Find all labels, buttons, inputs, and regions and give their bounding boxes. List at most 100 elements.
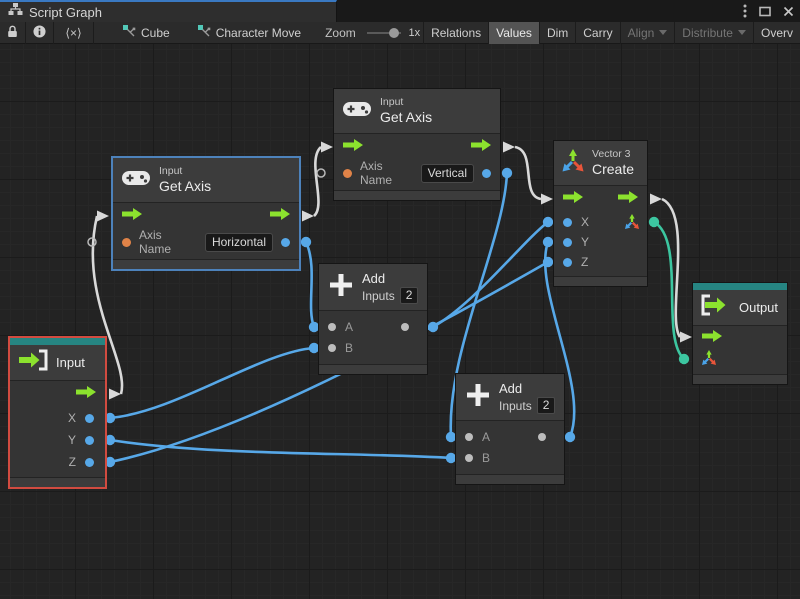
port-z-label: Z [581,255,588,269]
port-b-label: B [482,451,490,465]
node-add-2[interactable]: Add Inputs 2 A B [455,373,565,485]
port-x-label: X [581,215,589,229]
breadcrumb-cube-label: Cube [141,26,170,40]
inputs-count-field[interactable]: 2 [537,397,556,414]
port-a-label: A [345,320,353,334]
align-dropdown[interactable]: Align [621,22,675,44]
inputs-label: Inputs [362,289,395,303]
port-x-label: X [68,411,76,425]
port-y[interactable] [563,238,572,247]
axis-name-port[interactable] [343,169,352,178]
gamepad-icon [122,169,150,192]
port-z[interactable] [563,258,572,267]
gamepad-icon [343,100,371,123]
flow-out-port[interactable] [75,385,97,404]
graph-toolbar: ⟨×⟩ Cube Character Move Zoom 1x Relation… [0,22,800,44]
flow-in-port[interactable] [342,138,364,157]
input-event-icon [18,349,48,376]
node-input-event[interactable]: Input X Y Z [8,336,107,489]
axis-name-label: Axis Name [360,159,413,187]
flow-in-port[interactable] [562,190,584,209]
distribute-dropdown[interactable]: Distribute [675,22,753,44]
node-title: Input [56,354,85,371]
flow-out-port[interactable] [617,190,639,209]
node-add-1[interactable]: Add Inputs2 A B [318,263,428,375]
plus-icon [465,382,491,413]
port-a-label: A [482,430,490,444]
inputs-count-field[interactable]: 2 [400,287,419,304]
tab-script-graph[interactable]: Script Graph [0,0,337,22]
node-subtitle: Input [380,96,432,109]
node-get-axis-vertical[interactable]: Input Get Axis Axis Name Vertical [333,88,501,201]
node-title: Create [592,161,634,178]
node-output-event[interactable]: Output [692,282,788,385]
chevron-down-icon [738,30,746,35]
value-out-port[interactable] [281,238,290,247]
relations-toggle[interactable]: Relations [424,22,488,44]
vector3-in-port[interactable] [701,350,717,371]
flow-out-port[interactable] [269,207,291,226]
breadcrumb-cube[interactable]: Cube [116,22,177,44]
menu-dots-icon[interactable] [743,4,747,18]
event-color-strip [10,338,105,345]
sum-out-port[interactable] [401,323,409,331]
flow-out-port[interactable] [470,138,492,157]
axis-name-port[interactable] [122,238,131,247]
code-view-button[interactable]: ⟨×⟩ [54,22,93,44]
script-graph-window: Script Graph ⟨×⟩ Cube [0,0,800,599]
graph-hierarchy-icon [8,2,23,22]
axis-name-label: Axis Name [139,228,197,256]
port-b[interactable] [465,454,473,462]
port-z-label: Z [69,455,76,469]
breadcrumb-character-move[interactable]: Character Move [191,22,308,44]
node-title: Get Axis [159,178,211,195]
zoom-label: Zoom [318,22,363,44]
plus-icon [328,272,354,303]
vector3-icon [561,149,585,178]
align-label: Align [628,26,655,40]
breadcrumb-character-move-label: Character Move [216,26,301,40]
port-a[interactable] [328,323,336,331]
zoom-slider-knob[interactable] [389,28,399,38]
node-subtitle: Vector 3 [592,148,634,161]
sum-out-port[interactable] [538,433,546,441]
carry-toggle[interactable]: Carry [576,22,619,44]
value-out-port[interactable] [482,169,491,178]
maximize-icon[interactable] [759,6,771,17]
zoom-value: 1x [405,22,423,44]
tab-bar: Script Graph [0,0,800,22]
axis-name-field[interactable]: Vertical [421,164,474,183]
node-get-axis-horizontal[interactable]: Input Get Axis Axis Name Horizontal [111,156,301,271]
node-vector3-create[interactable]: Vector 3 Create X Y Z [553,140,648,287]
node-title: Get Axis [380,109,432,126]
vector3-out-port[interactable] [624,214,640,235]
node-title: Add [499,380,555,397]
port-b[interactable] [328,344,336,352]
flow-in-port[interactable] [121,207,143,226]
close-icon[interactable] [783,6,794,17]
tab-title: Script Graph [29,5,102,20]
port-x-out[interactable] [85,414,94,423]
inputs-label: Inputs [499,399,532,413]
lock-button[interactable] [0,22,25,44]
node-title: Output [739,299,778,316]
port-a[interactable] [465,433,473,441]
zoom-slider[interactable] [367,32,402,34]
info-button[interactable] [26,22,53,44]
script-graph-icon [123,25,136,41]
port-y-out[interactable] [85,436,94,445]
axis-name-field[interactable]: Horizontal [205,233,273,252]
port-y-label: Y [581,235,589,249]
output-event-icon [701,294,731,321]
chevron-down-icon [659,30,667,35]
flow-in-port[interactable] [701,329,723,348]
dim-toggle[interactable]: Dim [540,22,575,44]
overview-button[interactable]: Overv [754,22,800,44]
script-graph-icon [198,25,211,41]
port-z-out[interactable] [85,458,94,467]
info-icon [33,25,46,41]
event-color-strip [693,283,787,290]
port-b-label: B [345,341,353,355]
values-toggle[interactable]: Values [489,22,539,44]
port-x[interactable] [563,218,572,227]
